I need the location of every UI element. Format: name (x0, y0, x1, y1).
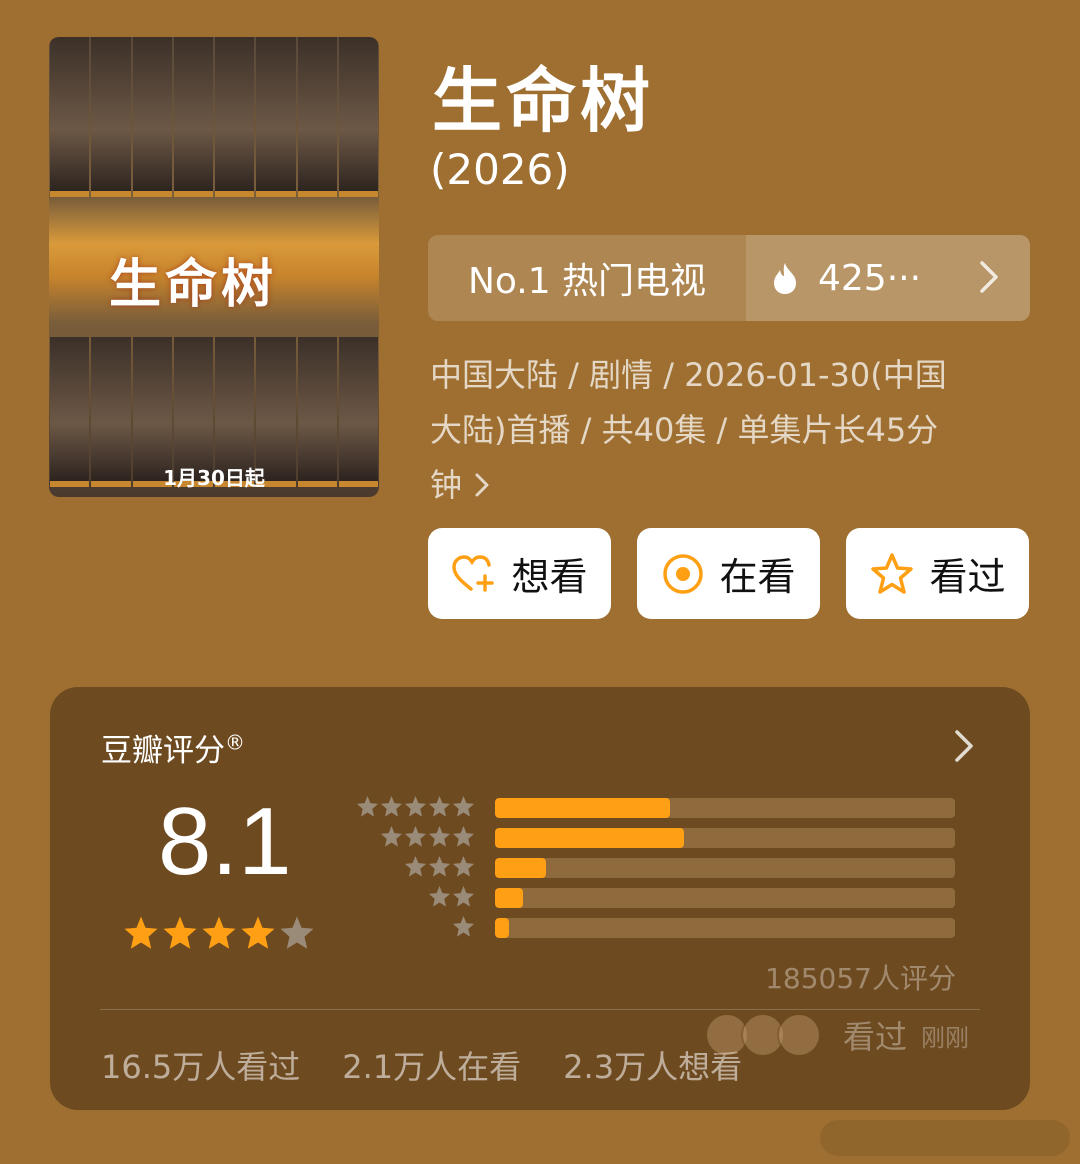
chevron-right-icon (978, 259, 1000, 304)
rating-score: 8.1 (158, 788, 292, 895)
poster-logo: 生命树 (109, 254, 278, 315)
watching-count: 2.1万人在看 (342, 1048, 522, 1086)
watermark (820, 1120, 1070, 1156)
watching-button[interactable]: 在看 (637, 528, 820, 619)
release-year: (2026) (430, 145, 570, 194)
show-info-line: 大陆)首播 / 共40集 / 单集片长45分 (430, 411, 939, 449)
recent-activity[interactable]: 看过 刚刚 (705, 1012, 969, 1058)
star-group-icon (355, 915, 475, 938)
chevron-right-icon[interactable] (954, 729, 974, 767)
rating-bar-track (495, 918, 955, 938)
audience-stats: 16.5万人看过 2.1万人在看 2.3万人想看 (101, 1042, 742, 1088)
star-group-icon (355, 885, 475, 908)
rating-bar-fill (495, 828, 684, 848)
poster-cast-top (49, 37, 379, 197)
fire-icon (772, 261, 798, 295)
rating-bar-fill (495, 918, 509, 938)
rating-bar-fill (495, 888, 523, 908)
rating-bar-track (495, 798, 955, 818)
star-filled-icon (162, 915, 198, 955)
rank-value: 425··· (818, 257, 922, 299)
ranking-pill[interactable]: No.1 热门电视 425··· (428, 235, 1030, 321)
watched-button[interactable]: 看过 (846, 528, 1029, 619)
star-filled-icon (123, 915, 159, 955)
poster-image[interactable]: 生命树 1月30日起 (49, 37, 379, 497)
watched-label: 看过 (929, 555, 1006, 599)
show-info-line: 中国大陆 / 剧情 / 2026-01-30(中国 (430, 356, 947, 394)
rating-count: 185057人评分 (765, 962, 956, 995)
avatar (777, 1013, 821, 1057)
rating-bar-track (495, 858, 955, 878)
recent-time: 刚刚 (921, 1023, 970, 1052)
star-group-icon (355, 795, 475, 818)
rating-bar-track (495, 828, 955, 848)
want-label: 想看 (511, 555, 588, 599)
rank-heat: 425··· (746, 235, 1030, 321)
target-icon (663, 553, 704, 594)
star-group-icon (355, 855, 475, 878)
heart-plus-icon (452, 554, 495, 592)
rating-bar-track (495, 888, 955, 908)
rating-bar-fill (495, 858, 546, 878)
star-filled-icon (240, 915, 276, 955)
poster-date: 1月30日起 (163, 466, 265, 490)
recent-label: 看过 (843, 1018, 908, 1056)
star-empty-icon (279, 915, 315, 955)
rating-stars (123, 915, 315, 955)
rating-card[interactable]: 豆瓣评分® 8.1 185057人评分 16.5万人看过 2.1万人在看 2.3… (50, 687, 1030, 1110)
star-group-icon (355, 825, 475, 848)
star-filled-icon (201, 915, 237, 955)
star-outline-icon (871, 552, 914, 594)
show-info-line: 钟 (430, 466, 463, 504)
page-title: 生命树 (432, 60, 654, 142)
rank-label: No.1 热门电视 (428, 235, 746, 321)
rating-title: 豆瓣评分® (101, 730, 245, 769)
chevron-right-icon (474, 460, 490, 515)
show-info[interactable]: 中国大陆 / 剧情 / 2026-01-30(中国 大陆)首播 / 共40集 /… (430, 348, 1030, 515)
want-to-watch-button[interactable]: 想看 (428, 528, 611, 619)
rating-bar-fill (495, 798, 670, 818)
divider (100, 1009, 980, 1010)
avatar-group (705, 1013, 821, 1057)
watching-label: 在看 (719, 555, 796, 599)
watched-count: 16.5万人看过 (101, 1048, 301, 1086)
